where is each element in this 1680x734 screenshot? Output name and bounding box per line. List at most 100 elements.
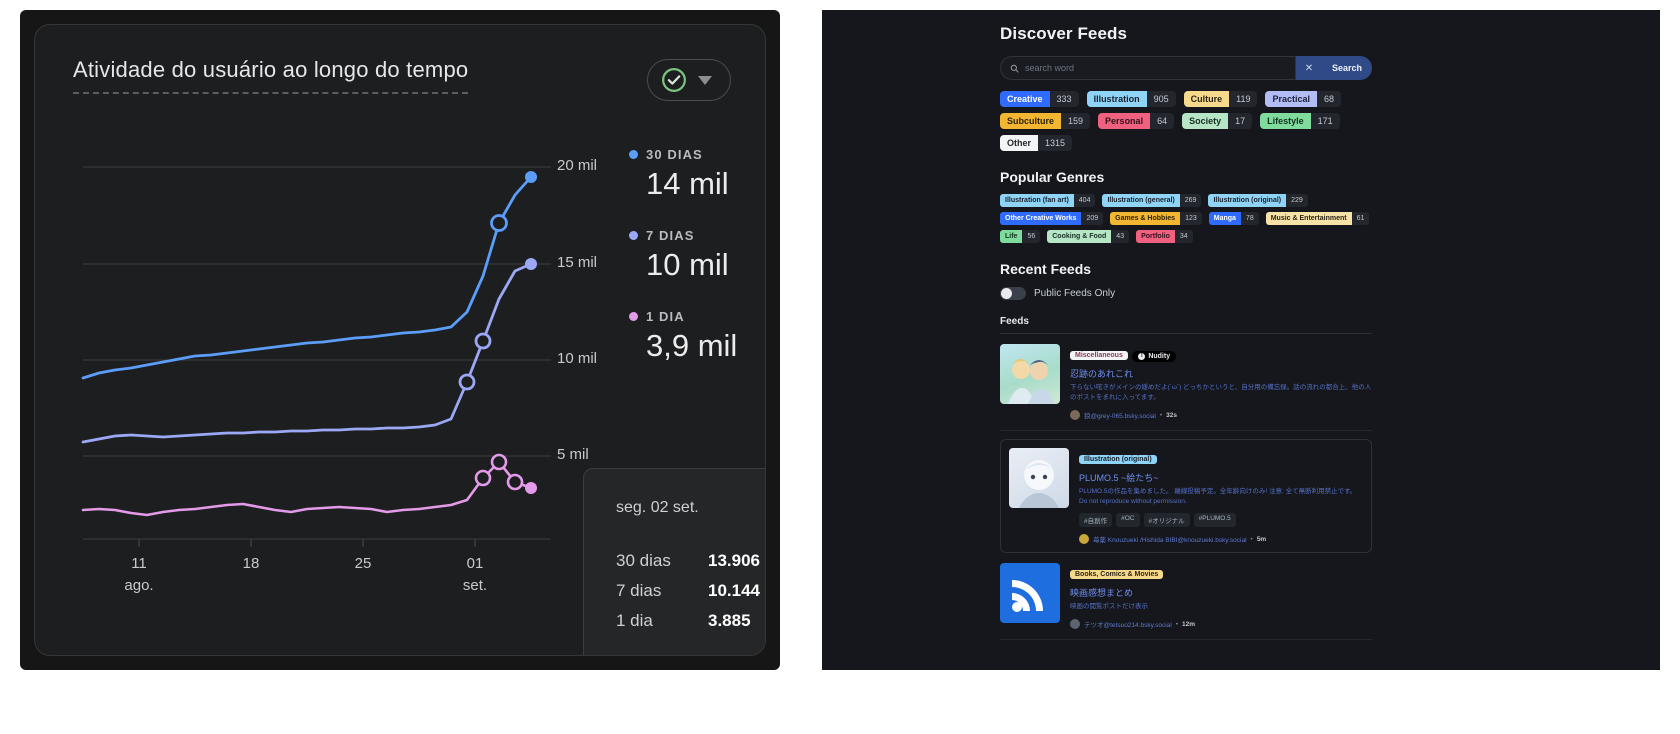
- feed-description: PLUMO.5の作品を集めました。 離線投稿予定。全年齢向けのみ! 注意: 全て…: [1079, 488, 1357, 506]
- category-chip[interactable]: Culture 119: [1183, 91, 1258, 107]
- search-input[interactable]: [1025, 63, 1286, 73]
- feed-author[interactable]: 狼@grey-065.bsky.social: [1084, 410, 1156, 420]
- feed-thumbnail[interactable]: [1009, 448, 1069, 509]
- feed-title[interactable]: 忍跡のあれこれ: [1070, 367, 1372, 380]
- feed-timestamp: 12m: [1182, 620, 1196, 628]
- chip-label: Creative: [1000, 91, 1050, 107]
- list-item[interactable]: Miscellaneous ! Nudity 忍跡のあれこれ 下らない呟きがメイ…: [1000, 334, 1372, 432]
- legend-dot-icon: [629, 231, 638, 240]
- avatar: [1070, 619, 1080, 630]
- legend-value: 10 mil: [646, 247, 729, 282]
- genre-chip[interactable]: Life 56: [1000, 230, 1041, 243]
- chip-label: Lifestyle: [1260, 113, 1311, 129]
- manga-portrait-thumbnail-icon: [1019, 460, 1059, 509]
- category-chip[interactable]: Lifestyle 171: [1260, 113, 1340, 129]
- info-icon: !: [1138, 353, 1146, 360]
- legend-label: 7 DIAS: [646, 228, 695, 243]
- genre-count: 209: [1081, 212, 1104, 225]
- chip-count: 68: [1317, 91, 1342, 107]
- x-tick-label: 18: [242, 555, 260, 572]
- discover-feeds-content: Discover Feeds ✕ Search Creative 333: [1000, 24, 1372, 641]
- search-button[interactable]: Search: [1321, 56, 1372, 80]
- legend-value: 14 mil: [646, 166, 729, 201]
- category-chip[interactable]: Other 1315: [1000, 135, 1073, 151]
- feed-title[interactable]: 映画感想まとめ: [1070, 586, 1372, 599]
- feed-content: Illustration (original) PLUMO.5 ~絵たち~ PL…: [1079, 448, 1363, 545]
- legend-label: 1 DIA: [646, 309, 685, 324]
- separator: •: [1159, 411, 1163, 419]
- hashtag[interactable]: #自創作: [1079, 513, 1113, 528]
- genre-count: 61: [1351, 212, 1370, 225]
- category-chip[interactable]: Subculture 159: [1000, 113, 1091, 129]
- chip-label: Practical: [1265, 91, 1317, 107]
- category-chip[interactable]: Society 17: [1182, 113, 1253, 129]
- genre-label: Illustration (fan art): [1000, 194, 1074, 207]
- public-feeds-toggle[interactable]: [1000, 287, 1026, 300]
- chart-card: Atividade do usuário ao longo do tempo 2…: [34, 24, 766, 656]
- chip-count: 17: [1228, 113, 1253, 129]
- genre-label: Portfolio: [1136, 230, 1175, 243]
- category-chip-list: Creative 333 Illustration 905 Culture 11…: [1000, 91, 1372, 151]
- chip-count: 64: [1150, 113, 1175, 129]
- legend-dot-icon: [629, 150, 638, 159]
- public-feeds-toggle-row[interactable]: Public Feeds Only: [1000, 287, 1372, 300]
- avatar: [1079, 534, 1089, 545]
- clear-search-button[interactable]: ✕: [1295, 56, 1322, 80]
- category-chip[interactable]: Creative 333: [1000, 91, 1079, 107]
- feed-thumbnail[interactable]: [1000, 344, 1060, 404]
- feed-category-badge[interactable]: Books, Comics & Movies: [1070, 570, 1164, 580]
- genre-count: 123: [1180, 212, 1202, 225]
- range-selector[interactable]: [647, 59, 731, 101]
- genre-label: Manga: [1208, 212, 1241, 225]
- genre-count: 269: [1179, 194, 1202, 207]
- toggle-label: Public Feeds Only: [1034, 288, 1116, 299]
- feed-category-badge[interactable]: Miscellaneous: [1070, 351, 1128, 360]
- anime-duo-thumbnail-icon: [1008, 359, 1054, 404]
- hashtag[interactable]: #OC: [1116, 513, 1140, 528]
- genre-count: 56: [1022, 230, 1041, 243]
- discover-feeds-window: Discover Feeds ✕ Search Creative 333: [822, 10, 1660, 670]
- chart-tooltip: seg. 02 set. 30 dias 13.906 7 dias 10.14…: [583, 468, 765, 655]
- y-tick-label: 10 mil: [553, 350, 602, 367]
- category-chip[interactable]: Illustration 905: [1086, 91, 1176, 107]
- genre-chip[interactable]: Illustration (original) 229: [1208, 194, 1308, 207]
- tooltip-key: 1 dia: [616, 611, 653, 630]
- genre-chip[interactable]: Illustration (general) 269: [1102, 194, 1202, 207]
- genre-chip[interactable]: Portfolio 34: [1136, 230, 1193, 243]
- chart-header: Atividade do usuário ao longo do tempo: [35, 25, 765, 101]
- category-chip[interactable]: Personal 64: [1098, 113, 1175, 129]
- feed-category-badge[interactable]: Illustration (original): [1079, 455, 1157, 465]
- category-chip[interactable]: Practical 68: [1265, 91, 1342, 107]
- genre-label: Cooking & Food: [1047, 230, 1112, 243]
- tooltip-rows: 30 dias 13.906 7 dias 10.144 1 dia 3.885: [616, 551, 765, 631]
- tooltip-row: 30 dias 13.906: [616, 551, 765, 571]
- feed-description: 下らない呟きがメインの緩めだよ(´ω`) どっちかというと、自分用の備忘録。話の…: [1070, 384, 1372, 402]
- feed-author[interactable]: テツオ@tetsuo214.bsky.social: [1084, 619, 1172, 629]
- tooltip-value: 3.885: [708, 611, 751, 630]
- feed-title[interactable]: PLUMO.5 ~絵たち~: [1079, 471, 1363, 484]
- genre-chip[interactable]: Music & Entertainment 61: [1265, 212, 1370, 225]
- search-box[interactable]: [1000, 56, 1296, 80]
- genre-chip[interactable]: Illustration (fan art) 404: [1000, 194, 1096, 207]
- chip-label: Culture: [1183, 91, 1230, 107]
- feed-timestamp: 5m: [1256, 535, 1267, 543]
- genre-chip[interactable]: Cooking & Food 43: [1047, 230, 1130, 243]
- recent-feeds-title: Recent Feeds: [1000, 261, 1092, 277]
- feeds-page-title: Discover Feeds: [1000, 24, 1128, 43]
- genre-label: Other Creative Works: [1000, 212, 1082, 225]
- list-item[interactable]: Illustration (original) PLUMO.5 ~絵たち~ PL…: [1000, 439, 1372, 554]
- feeds-subheader: Feeds: [1000, 316, 1029, 327]
- genre-chip[interactable]: Other Creative Works 209: [1000, 212, 1104, 225]
- genre-count: 229: [1286, 194, 1308, 207]
- hashtag[interactable]: #オリジナル: [1143, 513, 1190, 528]
- chip-count: 905: [1146, 91, 1176, 107]
- genre-chip[interactable]: Games & Hobbies 123: [1110, 212, 1202, 225]
- search-icon: [1010, 64, 1019, 73]
- chevron-down-icon[interactable]: [690, 65, 720, 95]
- feed-timestamp: 32s: [1166, 411, 1178, 419]
- genre-chip[interactable]: Manga 78: [1208, 212, 1259, 225]
- hashtag[interactable]: #PLUMO.5: [1193, 513, 1236, 528]
- list-item[interactable]: Books, Comics & Movies 映画感想まとめ 映画の閲覧ポストだ…: [1000, 553, 1372, 641]
- feed-author[interactable]: 苺薬 Knouzueki /Hishida BIBI@knouzueki.bsk…: [1093, 534, 1247, 544]
- feed-thumbnail[interactable]: [1000, 563, 1060, 624]
